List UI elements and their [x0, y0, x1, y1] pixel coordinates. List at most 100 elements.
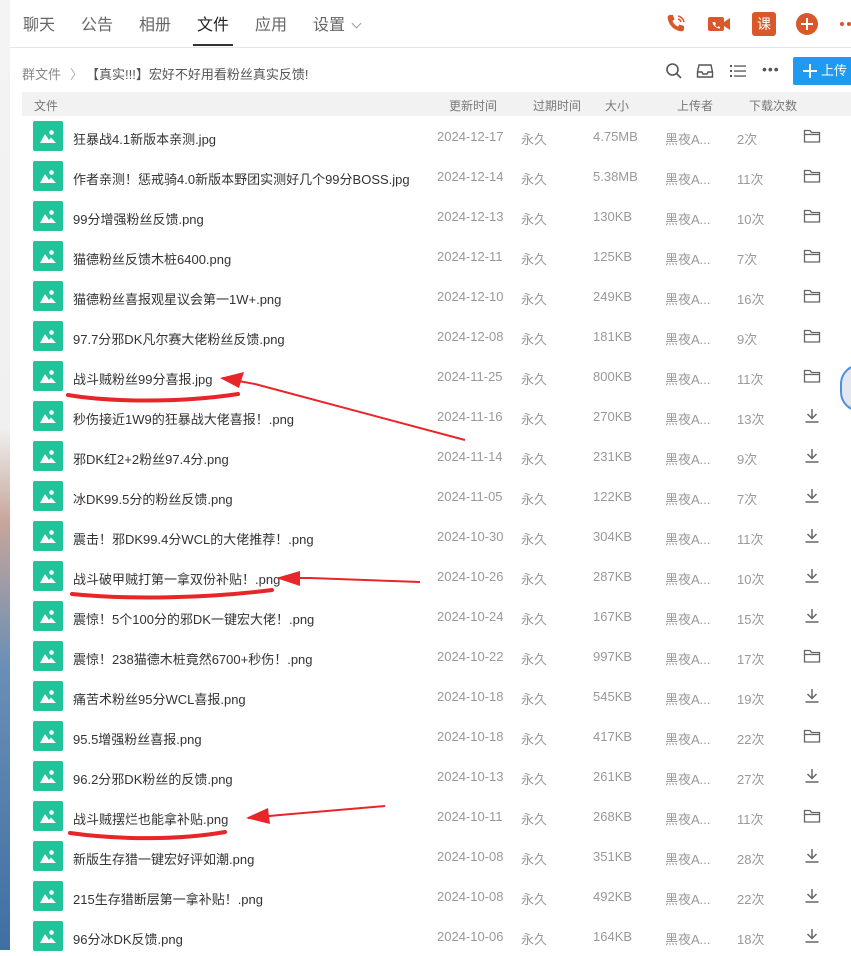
- file-name[interactable]: 震击！邪DK99.4分WCL的大佬推荐！.png: [73, 529, 314, 548]
- file-name[interactable]: 战斗贼粉丝99分喜报.jpg: [73, 369, 212, 388]
- file-name[interactable]: 96分冰DK反馈.png: [73, 929, 183, 948]
- video-call-icon[interactable]: [707, 12, 731, 36]
- header-downloads[interactable]: 下载次数: [749, 97, 797, 114]
- file-name[interactable]: 邪DK红2+2粉丝97.4分.png: [73, 449, 229, 468]
- tab-apps[interactable]: 应用: [255, 16, 287, 40]
- open-folder-icon[interactable]: [803, 247, 821, 265]
- file-name[interactable]: 狂暴战4.1新版本亲测.jpg: [73, 129, 216, 148]
- download-icon[interactable]: [803, 447, 821, 465]
- file-uploader[interactable]: 黑夜A...: [665, 369, 711, 388]
- table-row[interactable]: 战斗贼粉丝99分喜报.jpg 2024-11-25 永久 800KB 黑夜A..…: [22, 356, 851, 396]
- table-row[interactable]: 作者亲测！惩戒骑4.0新版本野团实测好几个99分BOSS.jpg 2024-12…: [22, 156, 851, 196]
- download-icon[interactable]: [803, 687, 821, 705]
- tab-album[interactable]: 相册: [139, 16, 171, 40]
- header-file[interactable]: 文件: [34, 97, 58, 114]
- inbox-icon[interactable]: [696, 62, 714, 80]
- file-uploader[interactable]: 黑夜A...: [665, 849, 711, 868]
- tab-settings[interactable]: 设置: [313, 16, 362, 40]
- file-uploader[interactable]: 黑夜A...: [665, 889, 711, 908]
- table-row[interactable]: 震惊！238猫德木桩竟然6700+秒伤！.png 2024-10-22 永久 9…: [22, 636, 851, 676]
- file-uploader[interactable]: 黑夜A...: [665, 169, 711, 188]
- file-name[interactable]: 震惊！238猫德木桩竟然6700+秒伤！.png: [73, 649, 313, 668]
- open-folder-icon[interactable]: [803, 167, 821, 185]
- open-folder-icon[interactable]: [803, 287, 821, 305]
- file-uploader[interactable]: 黑夜A...: [665, 489, 711, 508]
- course-icon[interactable]: 课: [752, 12, 776, 36]
- table-row[interactable]: 96.2分邪DK粉丝的反馈.png 2024-10-13 永久 261KB 黑夜…: [22, 756, 851, 796]
- file-name[interactable]: 秒伤接近1W9的狂暴战大佬喜报！.png: [73, 409, 294, 428]
- open-folder-icon[interactable]: [803, 727, 821, 745]
- file-uploader[interactable]: 黑夜A...: [665, 609, 711, 628]
- table-row[interactable]: 95.5增强粉丝喜报.png 2024-10-18 永久 417KB 黑夜A..…: [22, 716, 851, 756]
- file-uploader[interactable]: 黑夜A...: [665, 209, 711, 228]
- file-uploader[interactable]: 黑夜A...: [665, 729, 711, 748]
- download-icon[interactable]: [803, 927, 821, 945]
- table-row[interactable]: 秒伤接近1W9的狂暴战大佬喜报！.png 2024-11-16 永久 270KB…: [22, 396, 851, 436]
- file-uploader[interactable]: 黑夜A...: [665, 249, 711, 268]
- tab-announcement[interactable]: 公告: [81, 16, 113, 40]
- file-uploader[interactable]: 黑夜A...: [665, 529, 711, 548]
- table-row[interactable]: 猫德粉丝反馈木桩6400.png 2024-12-11 永久 125KB 黑夜A…: [22, 236, 851, 276]
- file-name[interactable]: 猫德粉丝反馈木桩6400.png: [73, 249, 231, 268]
- file-name[interactable]: 冰DK99.5分的粉丝反馈.png: [73, 489, 233, 508]
- file-uploader[interactable]: 黑夜A...: [665, 449, 711, 468]
- open-folder-icon[interactable]: [803, 367, 821, 385]
- table-row[interactable]: 痛苦术粉丝95分WCL喜报.png 2024-10-18 永久 545KB 黑夜…: [22, 676, 851, 716]
- search-icon[interactable]: [665, 62, 683, 80]
- file-name[interactable]: 震惊！5个100分的邪DK一键宏大佬！.png: [73, 609, 314, 628]
- file-name[interactable]: 99分增强粉丝反馈.png: [73, 209, 204, 228]
- download-icon[interactable]: [803, 767, 821, 785]
- open-folder-icon[interactable]: [803, 807, 821, 825]
- file-uploader[interactable]: 黑夜A...: [665, 569, 711, 588]
- table-row[interactable]: 邪DK红2+2粉丝97.4分.png 2024-11-14 永久 231KB 黑…: [22, 436, 851, 476]
- table-row[interactable]: 战斗贼摆烂也能拿补贴.png 2024-10-11 永久 268KB 黑夜A..…: [22, 796, 851, 836]
- breadcrumb-root[interactable]: 群文件: [22, 64, 61, 83]
- open-folder-icon[interactable]: [803, 647, 821, 665]
- file-uploader[interactable]: 黑夜A...: [665, 649, 711, 668]
- tab-files[interactable]: 文件: [192, 16, 234, 46]
- file-uploader[interactable]: 黑夜A...: [665, 929, 711, 948]
- file-name[interactable]: 战斗破甲贼打第一拿双份补贴！.png: [73, 569, 280, 588]
- add-circle-icon[interactable]: [795, 12, 819, 36]
- file-uploader[interactable]: 黑夜A...: [665, 129, 711, 148]
- download-icon[interactable]: [803, 407, 821, 425]
- download-icon[interactable]: [803, 887, 821, 905]
- download-icon[interactable]: [803, 847, 821, 865]
- tab-chat[interactable]: 聊天: [23, 16, 55, 40]
- open-folder-icon[interactable]: [803, 127, 821, 145]
- header-size[interactable]: 大小: [605, 97, 629, 114]
- table-row[interactable]: 狂暴战4.1新版本亲测.jpg 2024-12-17 永久 4.75MB 黑夜A…: [22, 116, 851, 156]
- open-folder-icon[interactable]: [803, 207, 821, 225]
- open-folder-icon[interactable]: [803, 327, 821, 345]
- table-row[interactable]: 99分增强粉丝反馈.png 2024-12-13 永久 130KB 黑夜A...…: [22, 196, 851, 236]
- file-name[interactable]: 97.7分邪DK凡尔赛大佬粉丝反馈.png: [73, 329, 285, 348]
- table-row[interactable]: 冰DK99.5分的粉丝反馈.png 2024-11-05 永久 122KB 黑夜…: [22, 476, 851, 516]
- table-row[interactable]: 猫德粉丝喜报观星议会第一1W+.png 2024-12-10 永久 249KB …: [22, 276, 851, 316]
- file-name[interactable]: 96.2分邪DK粉丝的反馈.png: [73, 769, 233, 788]
- file-name[interactable]: 215生存猎断层第一拿补贴！.png: [73, 889, 263, 908]
- file-uploader[interactable]: 黑夜A...: [665, 409, 711, 428]
- more-icon[interactable]: [838, 12, 851, 36]
- download-icon[interactable]: [803, 527, 821, 545]
- file-uploader[interactable]: 黑夜A...: [665, 689, 711, 708]
- table-row[interactable]: 震击！邪DK99.4分WCL的大佬推荐！.png 2024-10-30 永久 3…: [22, 516, 851, 556]
- file-name[interactable]: 95.5增强粉丝喜报.png: [73, 729, 202, 748]
- file-uploader[interactable]: 黑夜A...: [665, 289, 711, 308]
- header-expire[interactable]: 过期时间: [533, 97, 581, 114]
- toolbar-more-button[interactable]: •••: [762, 61, 780, 77]
- table-row[interactable]: 96分冰DK反馈.png 2024-10-06 永久 164KB 黑夜A... …: [22, 916, 851, 956]
- file-name[interactable]: 作者亲测！惩戒骑4.0新版本野团实测好几个99分BOSS.jpg: [73, 169, 410, 188]
- phone-call-icon[interactable]: [664, 12, 688, 36]
- file-name[interactable]: 痛苦术粉丝95分WCL喜报.png: [73, 689, 246, 708]
- file-uploader[interactable]: 黑夜A...: [665, 329, 711, 348]
- list-view-icon[interactable]: [729, 62, 747, 80]
- file-uploader[interactable]: 黑夜A...: [665, 809, 711, 828]
- header-updated[interactable]: 更新时间: [449, 97, 497, 114]
- table-row[interactable]: 新版生存猎一键宏好评如潮.png 2024-10-08 永久 351KB 黑夜A…: [22, 836, 851, 876]
- file-uploader[interactable]: 黑夜A...: [665, 769, 711, 788]
- download-icon[interactable]: [803, 567, 821, 585]
- table-row[interactable]: 战斗破甲贼打第一拿双份补贴！.png 2024-10-26 永久 287KB 黑…: [22, 556, 851, 596]
- table-row[interactable]: 震惊！5个100分的邪DK一键宏大佬！.png 2024-10-24 永久 16…: [22, 596, 851, 636]
- download-icon[interactable]: [803, 607, 821, 625]
- header-uploader[interactable]: 上传者: [677, 97, 713, 114]
